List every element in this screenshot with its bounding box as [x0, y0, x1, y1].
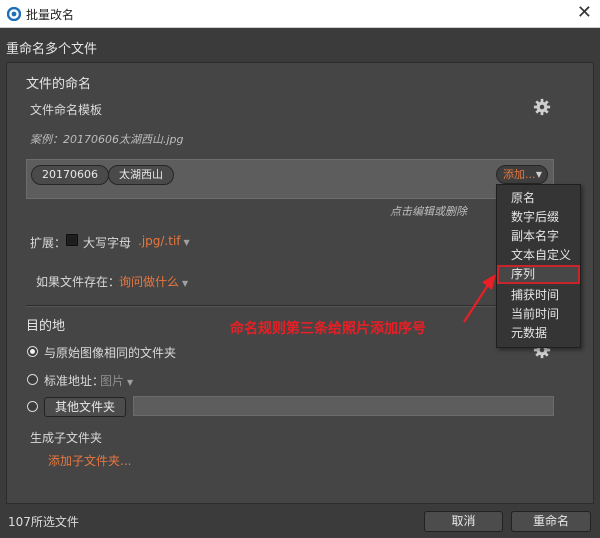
extension-value: .jpg/.tif: [138, 234, 181, 248]
other-folder-path-field[interactable]: [133, 396, 554, 416]
menu-item-original-name[interactable]: 原名: [497, 189, 580, 208]
other-folder-button[interactable]: 其他文件夹: [44, 397, 126, 417]
chevron-down-icon: ▼: [182, 279, 189, 288]
add-subfolder-link[interactable]: 添加子文件夹...: [48, 452, 131, 469]
file-exists-dropdown[interactable]: 询问做什么 ▼: [119, 273, 188, 290]
cancel-button[interactable]: 取消: [424, 511, 503, 532]
gear-icon[interactable]: [533, 98, 551, 116]
uppercase-label: 大写字母: [83, 236, 132, 250]
chevron-down-icon: ▼: [127, 378, 134, 387]
subfolder-label: 生成子文件夹: [30, 431, 103, 445]
window-title: 批量改名: [26, 8, 75, 22]
app-logo-icon: [7, 7, 21, 21]
selected-count: 107所选文件: [8, 515, 79, 529]
standard-location-dropdown[interactable]: 图片 ▼: [100, 372, 133, 389]
rename-button[interactable]: 重命名: [511, 511, 591, 532]
template-token-text[interactable]: 太湖西山: [108, 165, 174, 185]
naming-section-title: 文件的命名: [26, 77, 92, 92]
close-icon[interactable]: ✕: [577, 3, 592, 23]
chevron-down-icon: ▼: [535, 170, 542, 179]
file-exists-value: 询问做什么: [119, 275, 180, 289]
menu-item-copy-name[interactable]: 副本名字: [497, 227, 580, 246]
title-bar: 批量改名 ✕: [0, 0, 600, 28]
annotation-arrow-icon: [463, 274, 496, 323]
add-token-label: 添加...: [503, 168, 536, 181]
extension-dropdown[interactable]: .jpg/.tif ▼: [138, 234, 190, 248]
template-example: 案例：20170606太湖西山.jpg: [30, 133, 184, 146]
extension-label: 扩展：: [30, 236, 67, 250]
template-hint: 点击编辑或删除: [390, 205, 467, 218]
menu-item-numeric-suffix[interactable]: 数字后缀: [497, 208, 580, 227]
add-token-button[interactable]: 添加... ▼: [496, 165, 548, 184]
template-token-date[interactable]: 20170606: [31, 165, 109, 185]
other-folder-radio[interactable]: [27, 401, 38, 412]
chevron-down-icon: ▼: [183, 238, 190, 247]
standard-location-radio[interactable]: [27, 374, 38, 385]
file-exists-label: 如果文件存在：: [36, 275, 121, 289]
same-folder-radio[interactable]: [27, 346, 38, 357]
menu-item-custom-text[interactable]: 文本自定义: [497, 246, 580, 265]
annotation-text: 命名规则第三条给照片添加序号: [230, 321, 426, 337]
dialog-header: 重命名多个文件: [6, 42, 98, 57]
template-label: 文件命名模板: [30, 103, 103, 117]
standard-location-value: 图片: [100, 374, 125, 388]
same-folder-label: 与原始图像相同的文件夹: [44, 346, 177, 360]
uppercase-checkbox[interactable]: [66, 234, 78, 246]
standard-location-label: 标准地址：: [44, 374, 105, 388]
destination-section-title: 目的地: [26, 319, 66, 334]
